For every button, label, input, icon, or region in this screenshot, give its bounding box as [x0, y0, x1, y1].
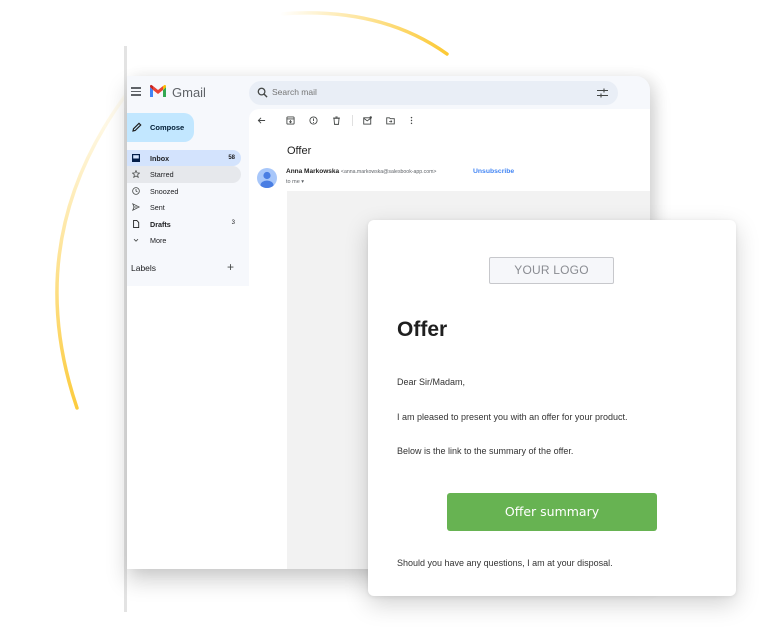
email-paragraph: I am pleased to present you with an offe… — [397, 412, 628, 422]
add-label-button[interactable]: + — [227, 261, 234, 273]
move-to-icon[interactable] — [386, 116, 395, 125]
sidebar-item-more[interactable]: More — [127, 232, 241, 248]
search-bar[interactable] — [249, 81, 618, 105]
sidebar-item-inbox[interactable]: Inbox 58 — [127, 150, 241, 167]
sidebar-item-sent[interactable]: Sent — [127, 199, 241, 215]
labels-heading: Labels — [131, 263, 157, 273]
hamburger-menu-icon[interactable] — [131, 87, 141, 96]
toolbar-divider — [352, 115, 353, 126]
logo-placeholder: YOUR LOGO — [489, 257, 614, 284]
mark-unread-icon[interactable] — [363, 116, 372, 125]
email-closing: Should you have any questions, I am at y… — [397, 558, 613, 568]
arc-left — [55, 94, 127, 410]
arc-top — [278, 11, 449, 56]
draft-icon — [133, 219, 140, 228]
compose-label: Compose — [150, 123, 185, 132]
sidebar-nav: Inbox 58 Starred Snoozed Sent Drafts 3 M… — [127, 150, 241, 248]
clock-icon — [132, 187, 140, 195]
sender-email: <anna.markowska@salesbook-app.com> — [340, 169, 437, 175]
email-preview-card: YOUR LOGO Offer Dear Sir/Madam, I am ple… — [368, 220, 736, 596]
search-icon[interactable] — [257, 87, 268, 98]
sidebar-item-drafts[interactable]: Drafts 3 — [127, 216, 241, 232]
send-icon — [132, 203, 140, 212]
archive-icon[interactable] — [286, 116, 295, 125]
email-title: Offer — [397, 318, 448, 341]
search-options-icon[interactable] — [597, 88, 608, 98]
sidebar-item-starred[interactable]: Starred — [127, 166, 241, 183]
offer-summary-button[interactable]: Offer summary — [447, 493, 657, 531]
gmail-wordmark: Gmail — [172, 85, 206, 100]
star-icon — [132, 170, 140, 179]
drafts-count: 3 — [231, 220, 235, 227]
unsubscribe-link[interactable]: Unsubscribe — [473, 168, 514, 175]
gmail-header: Gmail — [127, 76, 650, 110]
gmail-logo-icon — [150, 84, 166, 97]
more-vert-icon[interactable] — [407, 116, 416, 125]
search-input[interactable] — [272, 87, 572, 97]
sender-avatar[interactable] — [257, 168, 277, 188]
chevron-down-icon — [133, 238, 139, 242]
pencil-icon — [132, 122, 142, 132]
email-subject: Offer — [287, 145, 312, 157]
person-icon — [260, 171, 274, 188]
email-paragraph: Below is the link to the summary of the … — [397, 446, 574, 456]
inbox-count: 58 — [228, 154, 235, 161]
sidebar-blank — [127, 286, 249, 569]
report-spam-icon[interactable] — [309, 116, 318, 125]
sidebar-item-snoozed[interactable]: Snoozed — [127, 183, 241, 199]
compose-button[interactable]: Compose — [127, 113, 194, 142]
email-greeting: Dear Sir/Madam, — [397, 377, 466, 387]
sender-name: Anna Markowska <anna.markowska@salesbook… — [286, 168, 437, 175]
inbox-icon — [132, 154, 140, 162]
delete-icon[interactable] — [332, 116, 341, 125]
back-arrow-icon[interactable] — [257, 116, 266, 125]
recipient-details-toggle[interactable]: to me ▾ — [286, 179, 304, 185]
